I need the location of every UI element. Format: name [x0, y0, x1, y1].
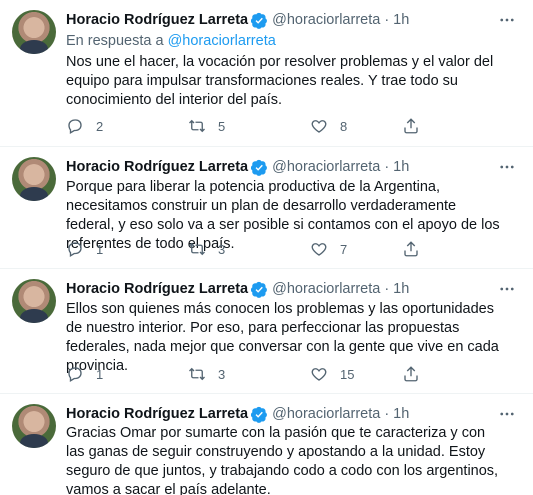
tweet-actions: 1 3 7	[66, 240, 506, 260]
tweet-actions: 1 3 15	[66, 365, 506, 385]
share-button[interactable]	[402, 117, 420, 135]
tweet-header: Horacio Rodríguez Larreta @horaciorlarre…	[66, 158, 493, 176]
more-icon[interactable]	[497, 157, 517, 177]
reply-button[interactable]: 1	[66, 365, 103, 383]
tweet[interactable]: Horacio Rodríguez Larreta @horaciorlarre…	[0, 269, 533, 394]
like-count: 7	[340, 241, 348, 257]
separator-dot: ·	[384, 12, 390, 28]
verified-badge-icon	[251, 281, 268, 298]
avatar[interactable]	[12, 279, 56, 323]
retweet-count: 5	[218, 118, 226, 134]
author-handle[interactable]: @horaciorlarreta	[272, 406, 380, 422]
retweet-icon	[189, 367, 205, 381]
retweet-count: 3	[218, 366, 226, 382]
timestamp[interactable]: 1h	[393, 159, 409, 175]
separator-dot: ·	[384, 159, 390, 175]
separator-dot: ·	[384, 406, 390, 422]
share-button[interactable]	[402, 240, 420, 258]
timestamp[interactable]: 1h	[393, 12, 409, 28]
share-button[interactable]	[402, 365, 420, 383]
tweet-header: Horacio Rodríguez Larreta @horaciorlarre…	[66, 405, 493, 423]
avatar[interactable]	[12, 404, 56, 448]
verified-badge-icon	[251, 406, 268, 423]
share-icon	[404, 118, 418, 134]
retweet-button[interactable]: 3	[188, 365, 225, 383]
verified-badge-icon	[251, 159, 268, 176]
like-button[interactable]: 7	[310, 240, 347, 258]
avatar[interactable]	[12, 157, 56, 201]
retweet-count: 3	[218, 241, 226, 257]
tweet-header: Horacio Rodríguez Larreta @horaciorlarre…	[66, 11, 493, 29]
more-icon[interactable]	[497, 279, 517, 299]
retweet-icon	[189, 242, 205, 256]
author-name[interactable]: Horacio Rodríguez Larreta	[66, 159, 248, 175]
like-button[interactable]: 15	[310, 365, 354, 383]
verified-badge-icon	[251, 12, 268, 29]
author-name[interactable]: Horacio Rodríguez Larreta	[66, 281, 248, 297]
reply-count: 1	[96, 366, 104, 382]
like-count: 15	[340, 366, 355, 382]
retweet-icon	[189, 119, 205, 133]
author-handle[interactable]: @horaciorlarreta	[272, 159, 380, 175]
separator-dot: ·	[384, 281, 390, 297]
reply-icon	[68, 242, 82, 257]
more-icon[interactable]	[497, 10, 517, 30]
tweet-header: Horacio Rodríguez Larreta @horaciorlarre…	[66, 280, 493, 298]
reply-icon	[68, 119, 82, 134]
tweet-actions: 2 5 8	[66, 117, 506, 137]
reply-icon	[68, 367, 82, 382]
like-button[interactable]: 8	[310, 117, 347, 135]
tweet[interactable]: Horacio Rodríguez Larreta @horaciorlarre…	[0, 147, 533, 269]
heart-icon	[311, 243, 327, 256]
share-icon	[404, 366, 418, 382]
more-icon[interactable]	[497, 404, 517, 424]
reply-button[interactable]: 1	[66, 240, 103, 258]
retweet-button[interactable]: 5	[188, 117, 225, 135]
reply-context: En respuesta a @horaciorlarreta	[66, 33, 276, 49]
like-count: 8	[340, 118, 348, 134]
heart-icon	[311, 120, 327, 133]
author-name[interactable]: Horacio Rodríguez Larreta	[66, 406, 248, 422]
reply-prefix: En respuesta a	[66, 33, 168, 49]
tweet-text: Gracias Omar por sumarte con la pasión q…	[66, 425, 499, 495]
timestamp[interactable]: 1h	[393, 406, 409, 422]
tweet[interactable]: Horacio Rodríguez Larreta @horaciorlarre…	[0, 0, 533, 147]
retweet-button[interactable]: 3	[188, 240, 225, 258]
tweet-text: Nos une el hacer, la vocación por resolv…	[66, 54, 494, 108]
share-icon	[404, 241, 418, 257]
reply-button[interactable]: 2	[66, 117, 103, 135]
author-handle[interactable]: @horaciorlarreta	[272, 12, 380, 28]
timestamp[interactable]: 1h	[393, 281, 409, 297]
reply-count: 2	[96, 118, 104, 134]
reply-count: 1	[96, 241, 104, 257]
timeline: Horacio Rodríguez Larreta @horaciorlarre…	[0, 0, 533, 495]
heart-icon	[311, 368, 327, 381]
author-name[interactable]: Horacio Rodríguez Larreta	[66, 12, 248, 28]
tweet[interactable]: Horacio Rodríguez Larreta @horaciorlarre…	[0, 394, 533, 495]
author-handle[interactable]: @horaciorlarreta	[272, 281, 380, 297]
avatar[interactable]	[12, 10, 56, 54]
reply-handle-link[interactable]: @horaciorlarreta	[168, 33, 276, 49]
